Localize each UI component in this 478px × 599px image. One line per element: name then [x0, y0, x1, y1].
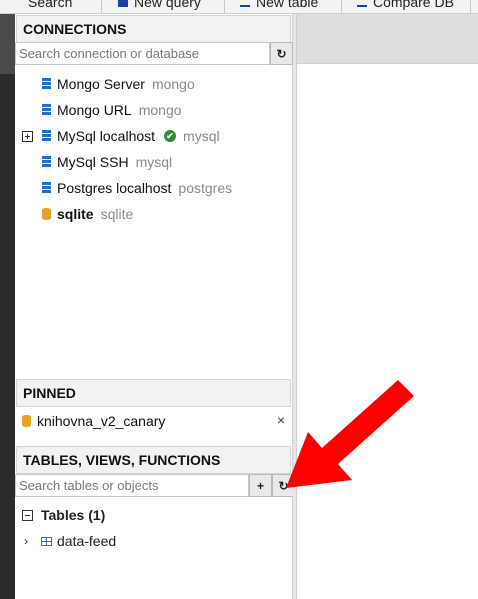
refresh-icon: ↻ [276, 46, 287, 61]
connection-item[interactable]: Mongo Server mongo [15, 71, 293, 97]
toolbar: Search New query New table Compare DB [0, 0, 478, 14]
server-icon [42, 156, 51, 168]
list-icon [12, 0, 22, 7]
table-icon [41, 536, 52, 546]
add-object-button[interactable]: + [249, 474, 272, 497]
toolbar-separator [341, 0, 342, 13]
sidebar: CONNECTIONS ↻ Mongo Server mongo Mongo U… [15, 14, 295, 599]
database-icon [22, 415, 31, 427]
server-icon [42, 182, 51, 194]
widget-bar-active[interactable] [0, 14, 15, 74]
connections-header: CONNECTIONS [16, 15, 291, 43]
compare-icon [357, 0, 367, 7]
unpin-close-icon[interactable]: × [277, 412, 285, 428]
tables-group[interactable]: Tables (1) [15, 503, 293, 527]
pinned-header: PINNED [16, 379, 291, 407]
connection-item[interactable]: MySql localhost ✔ mysql [15, 123, 293, 149]
toolbar-separator [224, 0, 225, 13]
connected-check-icon: ✔ [164, 130, 177, 142]
server-icon [42, 130, 51, 142]
collapse-minus-icon[interactable] [22, 509, 33, 521]
connection-search-row: ↻ [15, 42, 293, 65]
objects-search-row: + ↻ [15, 474, 295, 497]
new-query-button[interactable]: New query [118, 0, 201, 13]
search-toolbar-button[interactable]: Search [12, 0, 72, 13]
objects-header: TABLES, VIEWS, FUNCTIONS [16, 446, 291, 474]
chevron-right-icon[interactable]: › [24, 534, 34, 548]
table-icon [240, 0, 250, 7]
server-icon [42, 78, 51, 90]
server-icon [42, 104, 51, 116]
connection-item[interactable]: Postgres localhost postgres [15, 175, 293, 201]
plus-icon: + [256, 478, 264, 493]
compare-db-button[interactable]: Compare DB [357, 0, 454, 13]
connection-item[interactable]: MySql SSH mysql [15, 149, 293, 175]
main-area [297, 14, 478, 599]
connection-item[interactable]: sqlite sqlite [15, 201, 293, 227]
toolbar-separator [470, 0, 471, 13]
objects-search-input[interactable] [15, 474, 249, 497]
refresh-objects-button[interactable]: ↻ [272, 474, 295, 497]
database-icon [42, 208, 51, 220]
widget-bar [0, 14, 15, 599]
new-table-button[interactable]: New table [240, 0, 318, 13]
tabs-bar [297, 14, 478, 64]
toolbar-separator [101, 0, 102, 13]
file-icon [118, 0, 128, 7]
connection-item[interactable]: Mongo URL mongo [15, 97, 293, 123]
connection-search-input[interactable] [15, 42, 270, 65]
pinned-item[interactable]: knihovna_v2_canary × [15, 408, 293, 434]
table-item[interactable]: › data-feed [15, 529, 293, 553]
refresh-connections-button[interactable]: ↻ [270, 42, 293, 65]
refresh-icon: ↻ [278, 478, 289, 493]
expand-plus-icon[interactable] [22, 130, 33, 142]
